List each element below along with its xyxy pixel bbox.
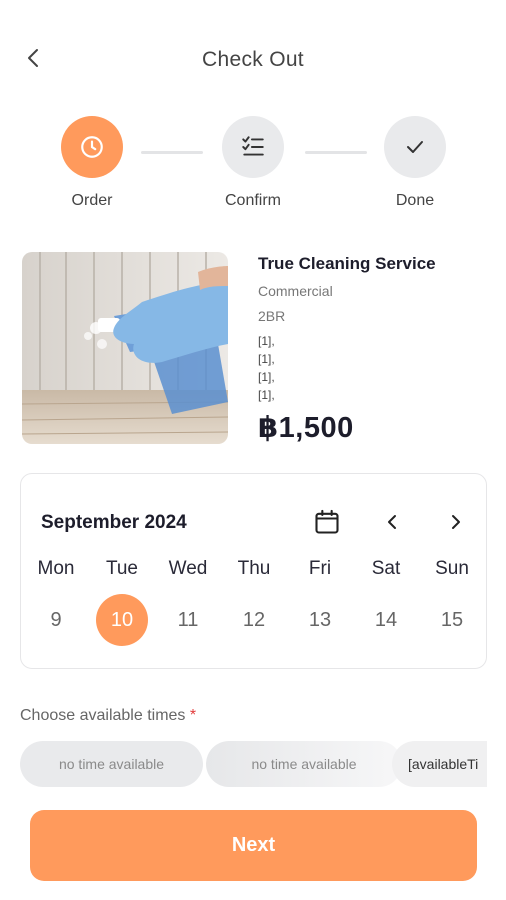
times-label: Choose available times *: [20, 707, 196, 725]
clock-icon: [81, 136, 103, 158]
step-confirm: Confirm: [208, 116, 298, 210]
required-mark: *: [189, 707, 197, 724]
step-done: Done: [370, 116, 460, 210]
time-slot-chip[interactable]: no time available: [20, 741, 203, 787]
weekday-label: Sat: [371, 558, 401, 579]
service-size: 2BR: [258, 308, 286, 324]
service-type: Commercial: [258, 283, 333, 299]
service-name: True Cleaning Service: [258, 254, 436, 273]
date-picker: September 2024 Mon Tue Wed Thu Fri Sat S…: [20, 473, 487, 669]
step-order-circle: [61, 116, 123, 178]
times-label-text: Choose available times: [20, 707, 186, 724]
service-info: True Cleaning Service Commercial 2BR [1]…: [258, 252, 488, 445]
date-cell[interactable]: 14: [360, 594, 412, 646]
service-options: [1], [1], [1], [1],: [258, 332, 488, 404]
checkout-stepper: Order Confirm Done: [0, 116, 506, 216]
weekday-label: Wed: [168, 558, 208, 579]
step-order: Order: [47, 116, 137, 210]
date-cell[interactable]: 11: [162, 594, 214, 646]
time-slot-chip[interactable]: [availableTi: [392, 741, 487, 787]
weekday-row: Mon Tue Wed Thu Fri Sat Sun: [23, 558, 486, 580]
step-done-circle: [384, 116, 446, 178]
step-confirm-label: Confirm: [224, 192, 281, 209]
date-cell[interactable]: 13: [294, 594, 346, 646]
service-option: [1],: [258, 388, 275, 402]
date-cell[interactable]: 9: [30, 594, 82, 646]
step-connector: [305, 151, 367, 154]
next-week-button[interactable]: [443, 510, 467, 534]
step-confirm-circle: [222, 116, 284, 178]
weekday-label: Thu: [237, 558, 271, 579]
next-button[interactable]: Next: [30, 810, 477, 881]
header: Check Out: [0, 36, 506, 84]
prev-week-button[interactable]: [381, 510, 405, 534]
date-row: 9 10 11 12 13 14 15: [23, 594, 486, 646]
check-icon: [407, 141, 423, 153]
service-summary: True Cleaning Service Commercial 2BR [1]…: [22, 252, 492, 447]
service-option: [1],: [258, 352, 275, 366]
service-option: [1],: [258, 334, 275, 348]
service-option: [1],: [258, 370, 275, 384]
service-image: [22, 252, 228, 444]
page-title: Check Out: [202, 48, 304, 71]
date-cell-selected[interactable]: 10: [96, 594, 148, 646]
weekday-label: Fri: [308, 558, 332, 579]
date-cell[interactable]: 12: [228, 594, 280, 646]
time-slot-list[interactable]: no time available no time available [ava…: [20, 741, 487, 789]
weekday-label: Sun: [435, 558, 469, 579]
calendar-icon: [315, 509, 339, 534]
step-done-label: Done: [395, 192, 435, 209]
calendar-month: September 2024: [41, 512, 187, 533]
step-order-label: Order: [71, 192, 113, 209]
date-cell[interactable]: 15: [426, 594, 478, 646]
chevron-left-icon: [388, 515, 396, 529]
time-slot-chip[interactable]: no time available: [206, 741, 402, 787]
checklist-icon: [242, 136, 264, 156]
weekday-label: Tue: [105, 558, 139, 579]
step-connector: [141, 151, 203, 154]
chevron-right-icon: [452, 515, 460, 529]
weekday-label: Mon: [37, 558, 75, 579]
service-price: ฿1,500: [258, 412, 354, 444]
calendar-button[interactable]: [313, 508, 341, 536]
